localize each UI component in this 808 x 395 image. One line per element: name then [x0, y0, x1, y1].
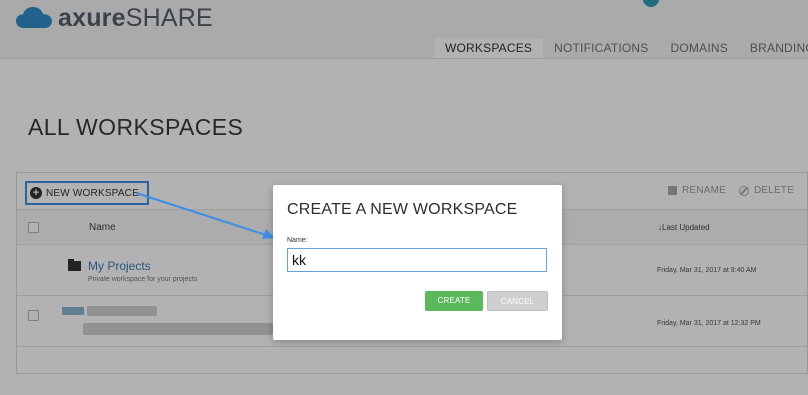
cancel-button[interactable]: CANCEL: [487, 291, 548, 311]
page: axureSHARE WORKSPACES NOTIFICATIONS DOMA…: [0, 0, 808, 395]
dialog-title: CREATE A NEW WORKSPACE: [287, 201, 518, 218]
create-button[interactable]: CREATE: [425, 291, 483, 311]
name-field-label: Name:: [287, 237, 308, 244]
create-workspace-dialog: CREATE A NEW WORKSPACE Name: CREATE CANC…: [273, 185, 562, 340]
workspace-name-input[interactable]: [287, 248, 547, 272]
